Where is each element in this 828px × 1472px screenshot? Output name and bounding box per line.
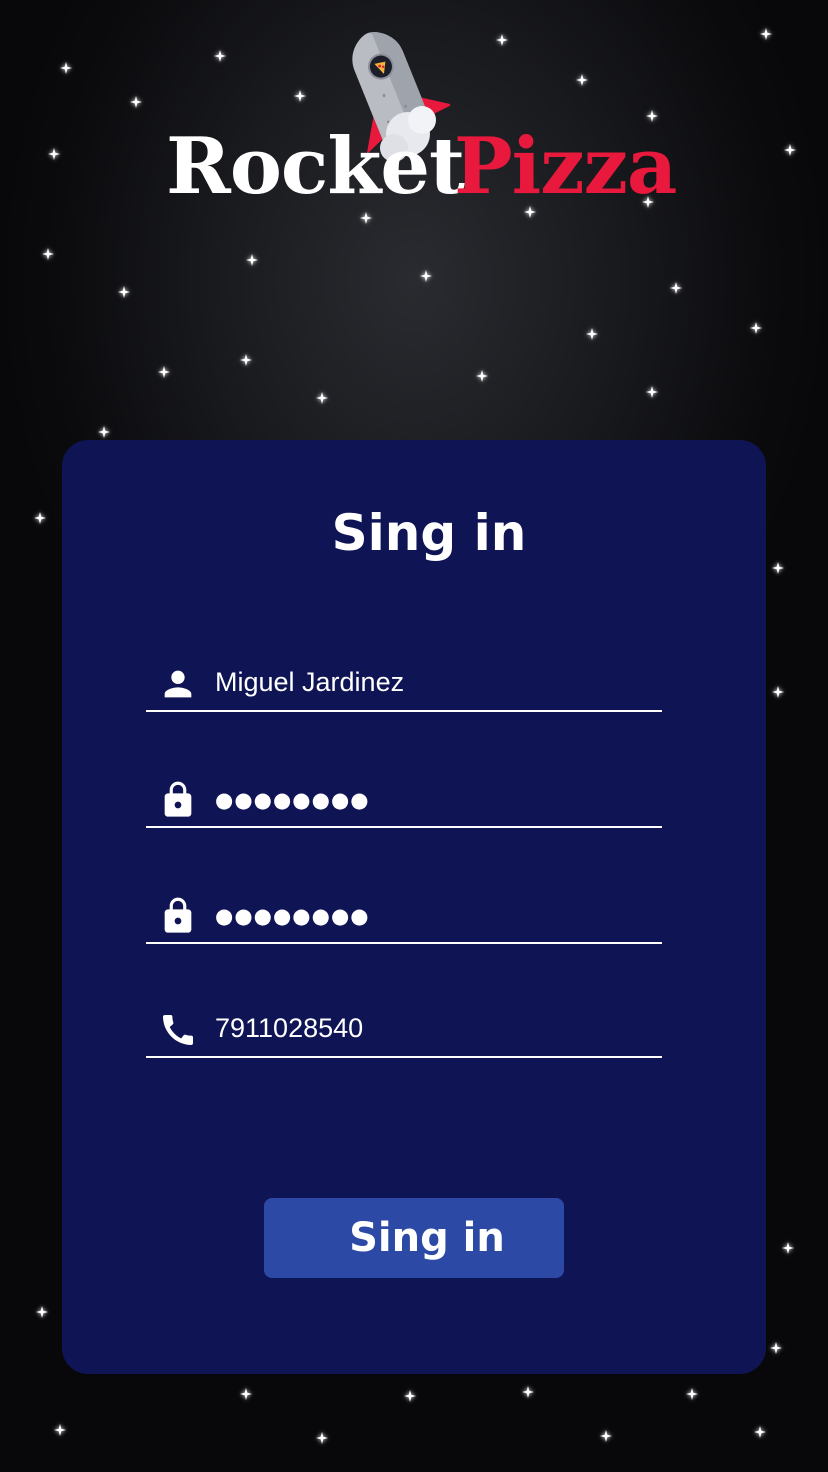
username-field[interactable]: Miguel Jardinez xyxy=(146,652,662,712)
rocket-pizza-logo: Rocket Pizza xyxy=(150,30,680,206)
star-icon xyxy=(246,254,258,266)
star-icon xyxy=(316,1432,328,1444)
star-icon xyxy=(600,1430,612,1442)
star-icon xyxy=(316,392,328,404)
star-icon xyxy=(772,686,784,698)
star-icon xyxy=(98,426,110,438)
star-icon xyxy=(646,386,658,398)
brand-name-pizza: Pizza xyxy=(454,121,677,212)
star-icon xyxy=(782,1242,794,1254)
star-icon xyxy=(404,1390,416,1402)
confirm-password-value: ●●●●●●●● xyxy=(215,904,370,928)
brand-name-rocket: Rocket xyxy=(166,121,465,212)
star-icon xyxy=(130,96,142,108)
lock-icon xyxy=(164,897,192,933)
password-value: ●●●●●●●● xyxy=(215,788,370,812)
star-icon xyxy=(48,148,60,160)
star-icon xyxy=(36,1306,48,1318)
star-icon xyxy=(360,212,372,224)
star-icon xyxy=(60,62,72,74)
user-icon xyxy=(164,670,192,698)
star-icon xyxy=(420,270,432,282)
username-value: Miguel Jardinez xyxy=(215,667,405,697)
star-icon xyxy=(586,328,598,340)
phone-icon xyxy=(163,1015,193,1045)
phone-value: 7911028540 xyxy=(215,1013,364,1043)
star-icon xyxy=(476,370,488,382)
star-icon xyxy=(522,1386,534,1398)
phone-field[interactable]: 7911028540 xyxy=(146,998,662,1058)
sign-in-button[interactable]: Sing in xyxy=(264,1198,564,1278)
star-icon xyxy=(754,1426,766,1438)
star-icon xyxy=(686,1388,698,1400)
form-title: Sing in xyxy=(331,504,527,562)
star-icon xyxy=(240,1388,252,1400)
star-icon xyxy=(42,248,54,260)
password-field[interactable]: ●●●●●●●● xyxy=(146,768,662,828)
star-icon xyxy=(760,28,772,40)
star-icon xyxy=(158,366,170,378)
star-icon xyxy=(240,354,252,366)
lock-icon xyxy=(164,781,192,817)
star-icon xyxy=(770,1342,782,1354)
star-icon xyxy=(118,286,130,298)
star-icon xyxy=(750,322,762,334)
star-icon xyxy=(670,282,682,294)
confirm-password-field[interactable]: ●●●●●●●● xyxy=(146,884,662,944)
star-icon xyxy=(784,144,796,156)
star-icon xyxy=(54,1424,66,1436)
